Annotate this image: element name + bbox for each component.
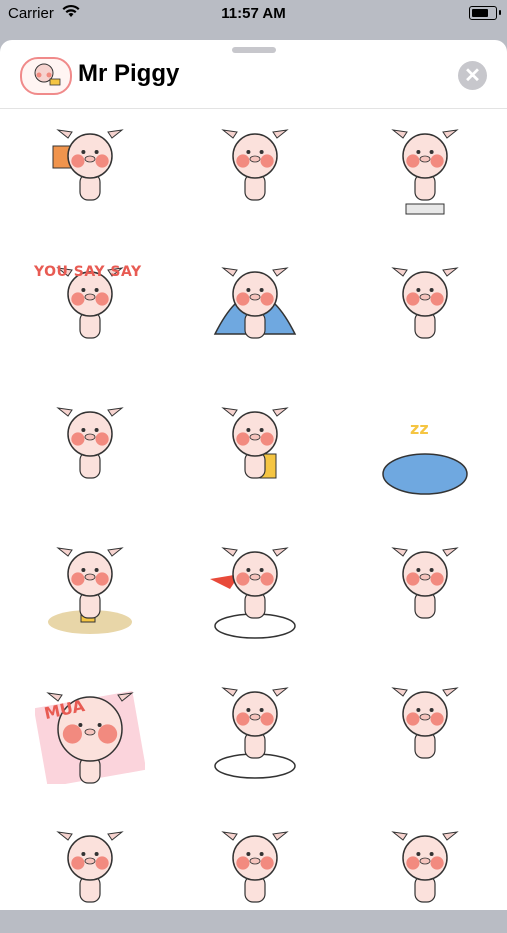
sticker-caption-you-say-say: YOU SAY SAY [34, 264, 142, 280]
sticker-piggy-under-blanket[interactable] [200, 254, 310, 364]
clock: 11:57 AM [221, 5, 286, 22]
sticker-piggy-on-chair[interactable] [200, 394, 310, 504]
sticker-piggy-hanging[interactable] [35, 818, 145, 928]
sticker-piggy-mua-kiss[interactable] [33, 674, 147, 788]
sticker-piggy-hero-cloud[interactable] [200, 534, 310, 644]
status-bar: Carrier 11:57 AM [0, 0, 507, 28]
svg-text:zz: zz [410, 419, 429, 438]
sticker-piggy-holding-sign[interactable] [35, 116, 145, 226]
sticker-piggy-standing[interactable] [370, 254, 480, 364]
sticker-blue-blanket-sleeping[interactable]: zz [370, 394, 480, 504]
sticker-piggy-on-scale[interactable] [370, 116, 480, 226]
sticker-piggy-on-pillow[interactable] [200, 674, 310, 784]
battery-icon [469, 6, 501, 20]
sticker-piggy-drinking[interactable] [35, 534, 145, 644]
sticker-piggy-face[interactable] [370, 818, 480, 928]
sticker-piggy-running[interactable] [370, 674, 480, 784]
sheet-grabber[interactable] [232, 47, 276, 53]
sticker-piggy-eating[interactable] [370, 534, 480, 644]
sticker-grid: zz [0, 76, 507, 903]
sticker-piggy-in-bed-with-phone[interactable] [35, 394, 145, 504]
sticker-piggy-lying-with-cup[interactable] [200, 116, 310, 226]
sticker-piggy-peeking[interactable] [200, 818, 310, 928]
